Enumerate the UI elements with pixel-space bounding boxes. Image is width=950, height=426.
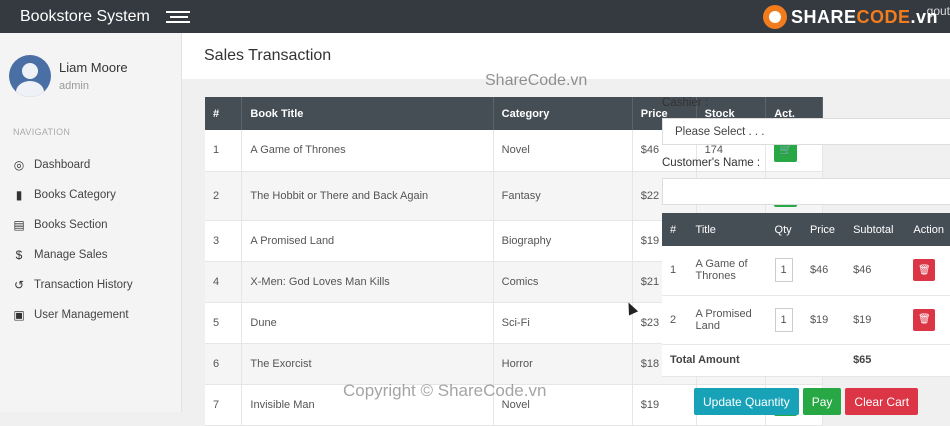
cart-col-header: Qty (766, 213, 802, 246)
books-cell-num: 4 (205, 261, 243, 303)
cart-cell-action: 🗑 (905, 295, 950, 345)
books-cell-title: A Game of Thrones (241, 130, 494, 172)
cart-cell-title: A Promised Land (687, 295, 767, 345)
books-cell-category: Novel (493, 130, 633, 172)
app-title: Bookstore System (20, 7, 150, 25)
dollar-icon: $ (15, 248, 23, 262)
total-value: $65 (845, 344, 906, 377)
sidebar-item-dashboard[interactable]: ◎ Dashboard (0, 150, 181, 180)
cart-cell-price: $19 (801, 295, 846, 345)
books-cell-category: Biography (493, 220, 633, 262)
sidebar-item-label: Dashboard (34, 159, 91, 171)
cart-cell-qty: 1 (766, 295, 802, 345)
clear-cart-button[interactable]: Clear Cart (845, 388, 919, 415)
copyright-watermark: Copyright © ShareCode.vn (343, 381, 547, 400)
user-panel: Liam Moore admin (0, 33, 181, 97)
books-cell-title: X-Men: God Loves Man Kills (241, 261, 494, 303)
transaction-form: Cashier : Please Select . . . Customer's… (662, 97, 950, 205)
books-col-header: Book Title (241, 97, 494, 130)
pay-button[interactable]: Pay (802, 388, 842, 415)
cart-cell-title: A Game of Thrones (687, 246, 767, 296)
nav-section-title: NAVIGATION (13, 127, 71, 137)
cashier-select[interactable]: Please Select . . . (662, 118, 950, 145)
books-cell-num: 7 (205, 384, 243, 426)
cart-col-header: Action (905, 213, 950, 246)
sidebar: Liam Moore admin NAVIGATION ◎ Dashboard ▮ B… (0, 33, 182, 412)
book-icon: ▤ (13, 218, 25, 232)
delete-icon[interactable]: 🗑 (913, 308, 936, 331)
books-cell-num: 6 (205, 343, 243, 385)
sidebar-item-books-section[interactable]: ▤ Books Section (0, 210, 181, 240)
books-cell-num: 1 (205, 130, 243, 172)
books-col-header: # (205, 97, 243, 130)
cart-col-header: # (662, 213, 688, 246)
table-row: 1A Game of Thrones 1 $46 $46 🗑 (662, 246, 950, 296)
total-label: Total Amount (662, 344, 846, 377)
cart-cell-subtotal: $19 (845, 295, 906, 345)
update-quantity-button[interactable]: Update Quantity (694, 388, 799, 415)
sidebar-item-label: Transaction History (34, 279, 133, 291)
user-role: admin (59, 80, 89, 92)
books-cell-num: 2 (205, 171, 243, 221)
quantity-input[interactable]: 1 (774, 258, 793, 283)
watermark-text: ShareCode.vn (485, 72, 588, 89)
cart-cell-num: 1 (662, 246, 688, 296)
books-cell-num: 5 (205, 302, 243, 344)
menu-toggle-icon[interactable] (166, 10, 190, 24)
cart-cell-qty: 1 (766, 246, 802, 296)
history-icon: ↺ (13, 278, 25, 292)
cart-col-header: Price (801, 213, 846, 246)
sidebar-item-user-management[interactable]: ▣ User Management (0, 300, 181, 330)
cart-cell-price: $46 (801, 246, 846, 296)
books-cell-category: Fantasy (493, 171, 633, 221)
user-name: Liam Moore (59, 60, 128, 75)
books-col-header: Category (493, 97, 633, 130)
books-cell-price: $19 (632, 384, 697, 426)
cart-actions: Update Quantity Pay Clear Cart (694, 388, 919, 415)
delete-icon[interactable]: 🗑 (913, 259, 936, 282)
lock-icon: ▣ (13, 308, 25, 322)
sidebar-item-label: User Management (34, 309, 129, 321)
books-cell-title: A Promised Land (241, 220, 494, 262)
avatar (9, 55, 51, 97)
sidebar-item-label: Manage Sales (34, 249, 108, 261)
logo-icon (762, 5, 787, 29)
cart-total-row: Total Amount $65 (662, 344, 950, 377)
table-row: 2A Promised Land 1 $19 $19 🗑 (662, 295, 950, 345)
cart-col-header: Title (687, 213, 767, 246)
sidebar-item-label: Books Section (34, 219, 108, 231)
sidebar-item-manage-sales[interactable]: $ Manage Sales (0, 240, 181, 270)
cart-cell-action: 🗑 (905, 246, 950, 296)
cart-table: # Title Qty Price Subtotal Action 1A Game of … (662, 213, 950, 377)
books-cell-category: Horror (493, 343, 633, 385)
customer-name-label: Customer's Name : (662, 157, 761, 169)
books-cell-title: The Exorcist (241, 343, 494, 385)
quantity-input[interactable]: 1 (774, 307, 793, 332)
books-cell-title: Dune (241, 302, 494, 344)
sharecode-logo: SHARECODE.vn (762, 5, 938, 29)
cart-cell-subtotal: $46 (845, 246, 906, 296)
books-cell-category: Sci-Fi (493, 302, 633, 344)
sidebar-item-books-category[interactable]: ▮ Books Category (0, 180, 181, 210)
sidebar-item-transaction-history[interactable]: ↺ Transaction History (0, 270, 181, 300)
customer-name-input[interactable] (662, 178, 950, 205)
cashier-label: Cashier : (662, 97, 709, 109)
books-cell-category: Comics (493, 261, 633, 303)
bookmark-icon: ▮ (15, 188, 23, 202)
books-cell-num: 3 (205, 220, 243, 262)
cart-cell-num: 2 (662, 295, 688, 345)
top-navbar: Bookstore System gout SHARECODE.vn (0, 0, 950, 33)
books-cell-title: The Hobbit or There and Back Again (241, 171, 494, 221)
tachometer-icon: ◎ (13, 158, 25, 172)
sidebar-item-label: Books Category (34, 189, 116, 201)
cart-col-header: Subtotal (845, 213, 906, 246)
